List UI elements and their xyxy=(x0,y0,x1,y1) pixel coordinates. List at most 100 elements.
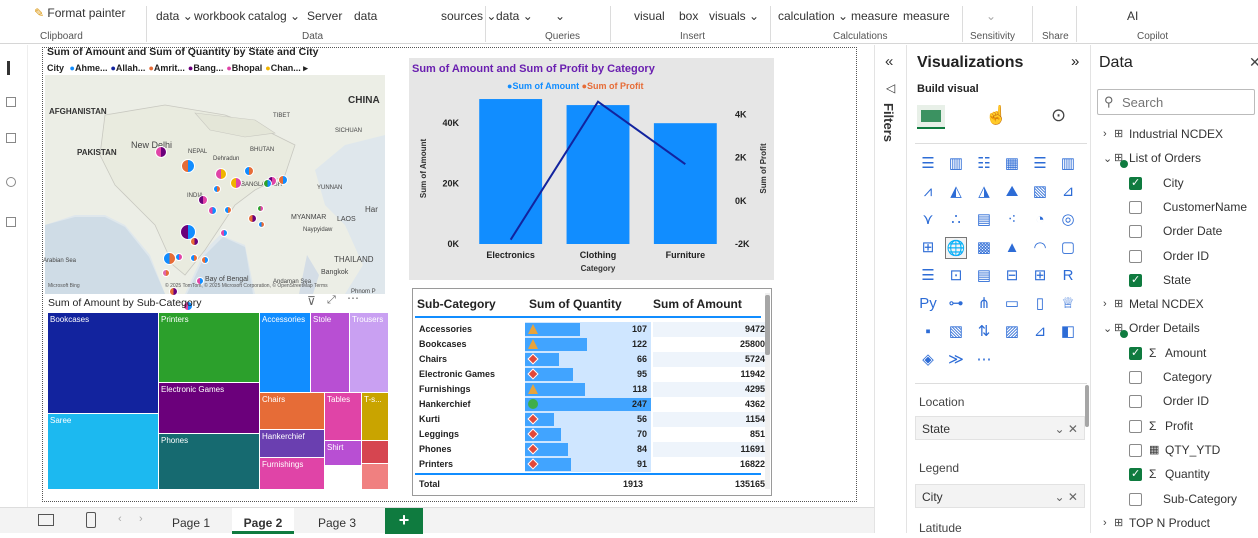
treemap-cell-hankerchief[interactable]: Hankerchief xyxy=(260,430,324,457)
chevron-down-icon[interactable]: ⌄ xyxy=(1103,322,1112,335)
field-checkbox[interactable] xyxy=(1129,371,1142,384)
sql-server-button[interactable]: Server xyxy=(307,9,342,23)
filters-pane[interactable]: « ◁ Filters xyxy=(874,45,906,533)
filter-funnel-icon[interactable]: ◁ xyxy=(886,81,895,95)
table-icon[interactable]: ⊟ xyxy=(1001,265,1023,287)
map-bubble[interactable] xyxy=(257,205,264,212)
legend-item-3[interactable]: ●Bang... xyxy=(188,63,223,73)
filter-icon[interactable]: ⊽ xyxy=(307,294,316,308)
gauge-icon[interactable]: ◠ xyxy=(1029,237,1051,259)
table-scroll-thumb[interactable] xyxy=(765,295,770,355)
custom2-icon[interactable]: ◧ xyxy=(1057,321,1079,343)
location-field-well[interactable]: State ⌄ ✕ xyxy=(915,416,1085,440)
data-sources-button[interactable]: sources ⌄ xyxy=(441,9,496,23)
new-visual-button[interactable]: visual xyxy=(634,9,665,23)
tmdl-view-icon[interactable] xyxy=(6,217,16,227)
map-bubble[interactable] xyxy=(230,177,242,189)
more-visuals-button[interactable]: visuals ⌄ xyxy=(709,9,759,23)
treemap-cell-chairs[interactable]: Chairs xyxy=(260,393,324,429)
well-chevron-close-icon[interactable]: ⌄ ✕ xyxy=(1055,485,1078,509)
table-row[interactable]: Furnishings 118 4295 xyxy=(417,382,767,397)
table-row[interactable]: Printers 91 16822 xyxy=(417,457,767,472)
area-chart-icon[interactable]: ◭ xyxy=(945,181,967,203)
table-row[interactable]: Kurti 56 1154 xyxy=(417,412,767,427)
pie-chart-icon[interactable]: ◔ xyxy=(1029,209,1051,231)
field-checkbox[interactable] xyxy=(1129,225,1142,239)
data-field-item[interactable]: CustomerName xyxy=(1099,200,1258,222)
filled-bar-icon[interactable]: ▤ xyxy=(973,209,995,231)
field-checkbox[interactable] xyxy=(1129,249,1142,263)
tab-scroll-right-icon[interactable]: › xyxy=(139,513,143,525)
data-field-item[interactable]: ✓ Σ Quantity xyxy=(1099,467,1258,489)
field-checkbox[interactable]: ✓ xyxy=(1129,346,1142,360)
key-influencers-icon[interactable]: ⊶ xyxy=(945,293,967,315)
donut-chart-icon[interactable]: ◎ xyxy=(1057,209,1079,231)
table-row[interactable]: Leggings 70 851 xyxy=(417,427,767,442)
legend-field-well[interactable]: City ⌄ ✕ xyxy=(915,484,1085,508)
data-field-item[interactable]: Category xyxy=(1099,370,1258,392)
col-header-sub-category[interactable]: Sub-Category xyxy=(417,297,496,311)
field-checkbox[interactable] xyxy=(1129,419,1142,433)
treemap-cell-phones[interactable]: Phones xyxy=(159,434,259,489)
quick-measure-button[interactable]: measure xyxy=(903,9,950,23)
line-column-icon[interactable]: ⊿ xyxy=(1057,181,1079,203)
field-checkbox[interactable]: ✓ xyxy=(1129,273,1142,287)
map-bubble[interactable] xyxy=(224,206,232,214)
treemap-cell-furnishings[interactable]: Furnishings xyxy=(260,458,324,489)
close-icon[interactable]: ✕ xyxy=(1249,54,1258,71)
scatter-chart-icon[interactable]: ⁖ xyxy=(1001,209,1023,231)
stacked-bar-icon[interactable]: ☰ xyxy=(917,153,939,175)
field-checkbox[interactable] xyxy=(1129,492,1142,506)
table-row[interactable]: Bookcases 122 25800 xyxy=(417,337,767,352)
kpi-icon[interactable]: ⊡ xyxy=(945,265,967,287)
chevron-right-icon[interactable]: › xyxy=(1103,517,1107,529)
treemap-visual[interactable]: Sum of Amount by Sub-Category ⊽ ⤢ ⋯ Book… xyxy=(45,291,391,490)
table-row[interactable]: Chairs 66 5724 xyxy=(417,352,767,367)
treemap-cell-printers[interactable]: Printers xyxy=(159,313,259,382)
map-bubble[interactable] xyxy=(190,237,199,246)
data-table-item[interactable]: › ⊞ TOP N Product xyxy=(1099,516,1258,538)
col-header-sum-of-amount[interactable]: Sum of Amount xyxy=(653,297,742,311)
legend-item-4[interactable]: ●Bhopal xyxy=(226,63,262,73)
tab-scroll-left-icon[interactable]: ‹ xyxy=(118,513,122,525)
copilot-ai-button[interactable]: AI xyxy=(1127,9,1138,23)
treemap-cell[interactable] xyxy=(362,464,388,489)
smart-narrative-icon[interactable]: ▯ xyxy=(1029,293,1051,315)
col-header-sum-of-quantity[interactable]: Sum of Quantity xyxy=(529,297,622,311)
filters-label[interactable]: Filters xyxy=(881,103,896,142)
text-box-button[interactable]: box xyxy=(679,9,698,23)
model-view-icon[interactable] xyxy=(6,133,16,143)
legend-item-5[interactable]: ●Chan... xyxy=(265,63,300,73)
funnel-icon[interactable]: ⋎ xyxy=(917,209,939,231)
legend-next-arrow[interactable]: ▸ xyxy=(303,63,308,73)
add-page-button[interactable]: + xyxy=(385,508,423,534)
treemap-cell-saree[interactable]: Saree xyxy=(48,414,158,489)
scatter-icon[interactable]: ∴ xyxy=(945,209,967,231)
table-scrollbar[interactable] xyxy=(765,293,770,489)
chevron-right-icon[interactable]: › xyxy=(1103,298,1107,310)
collapse-left-icon[interactable]: « xyxy=(885,53,893,70)
format-painter-button[interactable]: ✎ Format painter xyxy=(34,6,125,20)
data-field-item[interactable]: Σ Profit xyxy=(1099,419,1258,441)
treemap-cell[interactable] xyxy=(362,441,388,463)
refresh-dropdown[interactable]: ⌄ xyxy=(555,9,565,23)
treemap-cell-stole[interactable]: Stole xyxy=(311,313,349,392)
field-checkbox[interactable]: ✓ xyxy=(1129,468,1142,482)
treemap-cell-tables[interactable]: Tables xyxy=(325,393,361,440)
qa-icon[interactable]: ▭ xyxy=(1001,293,1023,315)
map-visual[interactable]: Sum of Amount and Sum of Quantity by Sta… xyxy=(43,45,385,311)
treemap-cell-electronic-games[interactable]: Electronic Games xyxy=(159,383,259,433)
legend-item-2[interactable]: ●Amrit... xyxy=(148,63,184,73)
combo-chart-visual[interactable]: Sum of Amount and Sum of Profit by Categ… xyxy=(409,58,774,280)
treemap-cell-t-shirt[interactable]: T-s... xyxy=(362,393,388,440)
data-search-box[interactable]: ⚲ xyxy=(1097,89,1255,115)
map-bubble[interactable] xyxy=(263,179,272,188)
map-bubble[interactable] xyxy=(201,256,209,264)
diamond-icon[interactable]: ◈ xyxy=(917,349,939,371)
map-bubble[interactable] xyxy=(248,214,257,223)
map-bubble[interactable] xyxy=(181,159,195,173)
r-visual-icon[interactable]: R xyxy=(1057,265,1079,287)
map-bubble[interactable] xyxy=(215,168,227,180)
focus-mode-icon[interactable]: ⤢ xyxy=(327,294,336,307)
expand-right-icon[interactable]: » xyxy=(1071,53,1079,70)
